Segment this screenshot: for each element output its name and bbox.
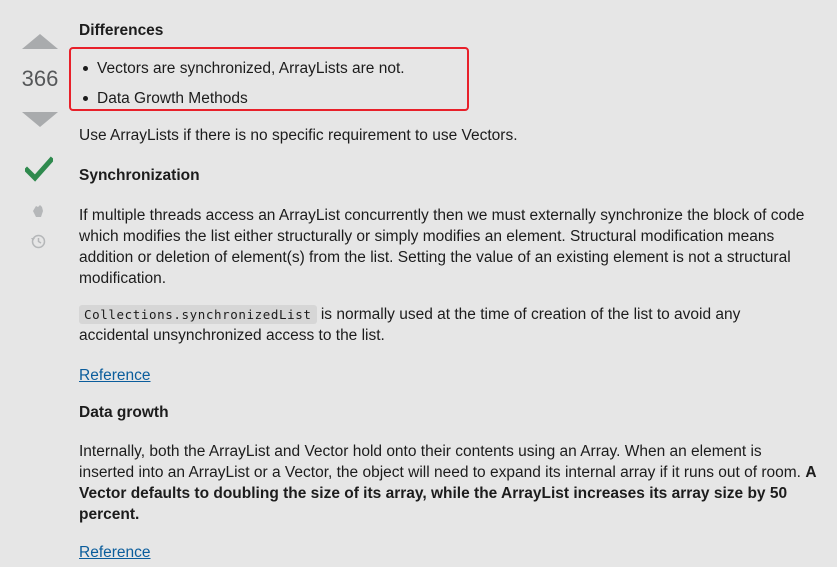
synchronization-paragraph: If multiple threads access an ArrayList … [79,207,805,287]
use-note: Use ArrayLists if there is no specific r… [79,127,518,144]
downvote-arrow-icon[interactable] [22,112,58,127]
accepted-checkmark-icon [25,156,53,182]
growth-text: Internally, both the ArrayList and Vecto… [79,443,806,481]
history-clock-icon[interactable] [30,233,46,249]
differences-list: Vectors are synchronized, ArrayLists are… [79,58,405,118]
synchronization-heading: Synchronization [79,167,200,184]
upvote-arrow-icon[interactable] [22,34,58,49]
list-item: Data Growth Methods [79,88,405,118]
reference-link[interactable]: Reference [79,542,151,563]
inline-code: Collections.synchronizedList [79,305,317,324]
data-growth-paragraph: Internally, both the ArrayList and Vecto… [79,441,819,525]
reference-link[interactable]: Reference [79,365,151,386]
data-growth-heading: Data growth [79,404,169,421]
list-item: Vectors are synchronized, ArrayLists are… [79,58,405,88]
collections-paragraph: Collections.synchronizedList is normally… [79,304,814,346]
differences-heading: Differences [79,22,164,39]
vote-count: 366 [21,66,59,91]
vote-cell: 366 [0,0,80,567]
hand-icon [33,205,43,217]
